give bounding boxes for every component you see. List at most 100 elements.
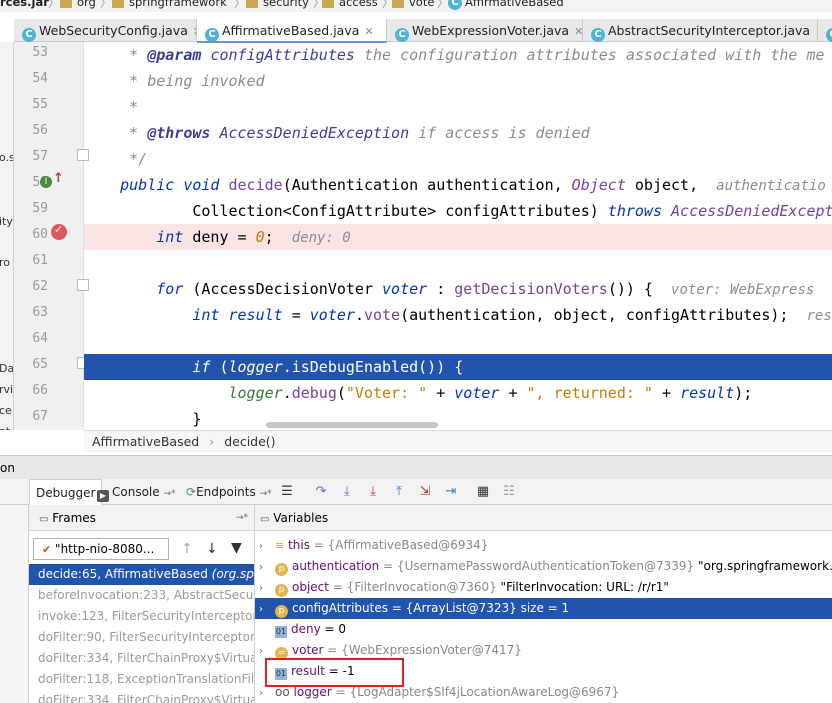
breadcrumb-method[interactable]: decide() [224,434,275,449]
variable-row[interactable]: › ≡ this = {AffirmativeBased@6934} [255,535,832,556]
line-number: 53 [32,45,48,60]
tab-label: WebExpressionVoter.java [412,23,570,38]
this-icon: ≡ [275,539,285,552]
filter-icon[interactable]: ▼ [231,540,242,556]
tab-label: AbstractSecurityInterceptor.java [608,23,811,38]
class-icon: C [448,0,462,10]
thread-selector[interactable]: ✔ "http-nio-8080... [33,538,169,560]
line-number: 55 [32,97,48,112]
code-line-63: int result = voter.vote(authentication, … [192,306,832,324]
code-editor[interactable]: * @param configAttributes the configurat… [84,42,832,430]
line-number: 67 [32,409,48,424]
run-to-cursor-icon[interactable]: ⇥ [443,484,459,500]
project-tree-fragment: ity [0,215,13,228]
debug-tool-window-header: on [0,455,832,479]
expand-icon: › [259,604,263,615]
tab-webexpressionvoter[interactable]: C WebExpressionVoter.java ✕ [387,19,583,42]
folder-icon [322,0,334,8]
nav-security[interactable]: security [263,0,309,9]
variable-row[interactable]: 01 deny = 0 [255,619,832,640]
implements-icon[interactable]: I [40,176,52,188]
code-line-55: * [84,98,139,116]
tab-overflow[interactable]: CD [818,19,832,42]
code-line-60: int deny = 0; deny: 0 [84,224,832,250]
folder-icon [392,0,404,8]
code-line-54: * being invoked [84,72,265,90]
up-arrow-icon[interactable]: ↑ [181,541,193,557]
project-tree-fragment: ro [0,256,11,269]
trace-icon[interactable]: ☷ [501,484,517,500]
force-step-into-icon[interactable]: ⤓ [365,484,381,500]
tab-label: AffirmativeBased.java [222,23,360,38]
line-number: 61 [32,253,48,268]
parameter-icon: p [275,584,288,597]
down-arrow-icon[interactable]: ↓ [206,541,218,557]
variable-row[interactable]: › p authentication = {UsernamePasswordAuth… [255,556,832,577]
code-line-56: * @throws AccessDeniedException if acces… [84,124,590,142]
thread-name: "http-nio-8080... [55,542,155,556]
panel-icon: ▭ [39,514,49,525]
frame-item[interactable]: doFilter:334, FilterChainProxy$VirtualF [29,648,254,669]
step-over-icon[interactable]: ↷ [313,484,329,500]
frame-item[interactable]: beforeInvocation:233, AbstractSecuri [29,585,254,606]
editor-breadcrumb: AffirmativeBased › decide() [84,430,832,452]
tab-websecurityconfig[interactable]: CWebSecurityConfig.java✕ [14,19,197,42]
evaluate-expression-icon[interactable]: ▦ [475,484,491,500]
frame-item[interactable]: doFilter:118, ExceptionTranslationFilte [29,669,254,690]
tab-affirmativebased[interactable]: C AffirmativeBased.java ✕ [197,19,387,43]
highlight-box [265,658,404,687]
nav-jar[interactable]: rces.jar [0,0,49,9]
debug-side-toolbar [0,505,29,703]
tab-endpoints[interactable]: ⟳Endpoints →* [180,479,278,505]
project-tree-fragment: rvi [0,383,14,396]
nav-org[interactable]: org [77,0,96,9]
override-arrow-icon[interactable]: ↑ [53,171,64,186]
breadcrumb-class[interactable]: AffirmativeBased [92,434,199,449]
horizontal-scrollbar[interactable] [266,422,438,428]
breakpoint-icon[interactable] [51,223,67,240]
nav-springframework[interactable]: springframework [129,0,227,9]
debug-toolbar: Debugger ▶ Console →* ⟳Endpoints →* ☰ ↷ ⤓… [0,479,832,505]
variable-row[interactable]: › p object = {FilterInvocation@7360} "Filt… [255,577,832,598]
nav-separator: 〉 [48,0,60,10]
project-tree-fragment: o.s [0,151,14,164]
frame-item[interactable]: invoke:123, FilterSecurityInterceptor [29,606,254,627]
menu-icon[interactable]: ☰ [279,484,295,500]
frame-item[interactable]: decide:65, AffirmativeBased (org.spring [29,564,254,585]
expand-icon: › [259,562,263,573]
code-line-59: Collection<ConfigAttribute> configAttrib… [84,202,832,220]
drop-frame-icon[interactable]: ⇲ [417,484,433,500]
close-icon[interactable]: ✕ [364,25,373,38]
nav-access[interactable]: access [339,0,378,9]
tab-abstractsecurityinterceptor[interactable]: CAbstractSecurityInterceptor.java✕ [583,19,818,42]
frame-item[interactable]: doFilter:334, FilterChainProxy$VirtualF [29,690,254,703]
line-number: 60 [32,227,48,242]
tab-console[interactable]: ▶ Console →* [91,479,182,505]
close-icon[interactable]: ✕ [574,25,582,38]
code-line-67: } [192,410,202,428]
endpoints-icon: ⟳ [186,485,197,499]
line-number: 57 [32,149,48,164]
variable-row-selected[interactable]: › p configAttributes = {ArrayList@7323} si… [255,598,832,619]
code-line-66: logger.debug("Voter: " + voter + ", retu… [228,384,753,402]
frames-header: ▭ Frames →* [29,505,254,531]
nav-vote[interactable]: vote [409,0,434,9]
nav-class[interactable]: AffirmativeBased [465,0,564,9]
pin-icon[interactable]: →* [236,505,248,531]
code-line-65-execution-point: if (logger.isDebugEnabled()) { [84,354,832,380]
frame-item[interactable]: doFilter:90, FilterSecurityInterceptor [29,627,254,648]
expand-icon: › [259,541,263,552]
expand-icon: › [259,583,263,594]
step-out-icon[interactable]: ⤒ [391,484,407,500]
debug-config-name[interactable]: on [0,461,15,475]
editor-gutter[interactable]: 53 54 55 56 57 58 59 60 61 62 63 64 65 6… [14,42,89,430]
nav-separator: 〉 [234,0,246,10]
console-icon: ▶ [97,490,109,502]
class-icon: C [22,28,36,42]
breadcrumb-separator: › [209,434,215,449]
folder-icon [246,0,258,8]
step-into-icon[interactable]: ⤓ [339,484,355,500]
project-tree-fragment: ce [0,404,12,417]
